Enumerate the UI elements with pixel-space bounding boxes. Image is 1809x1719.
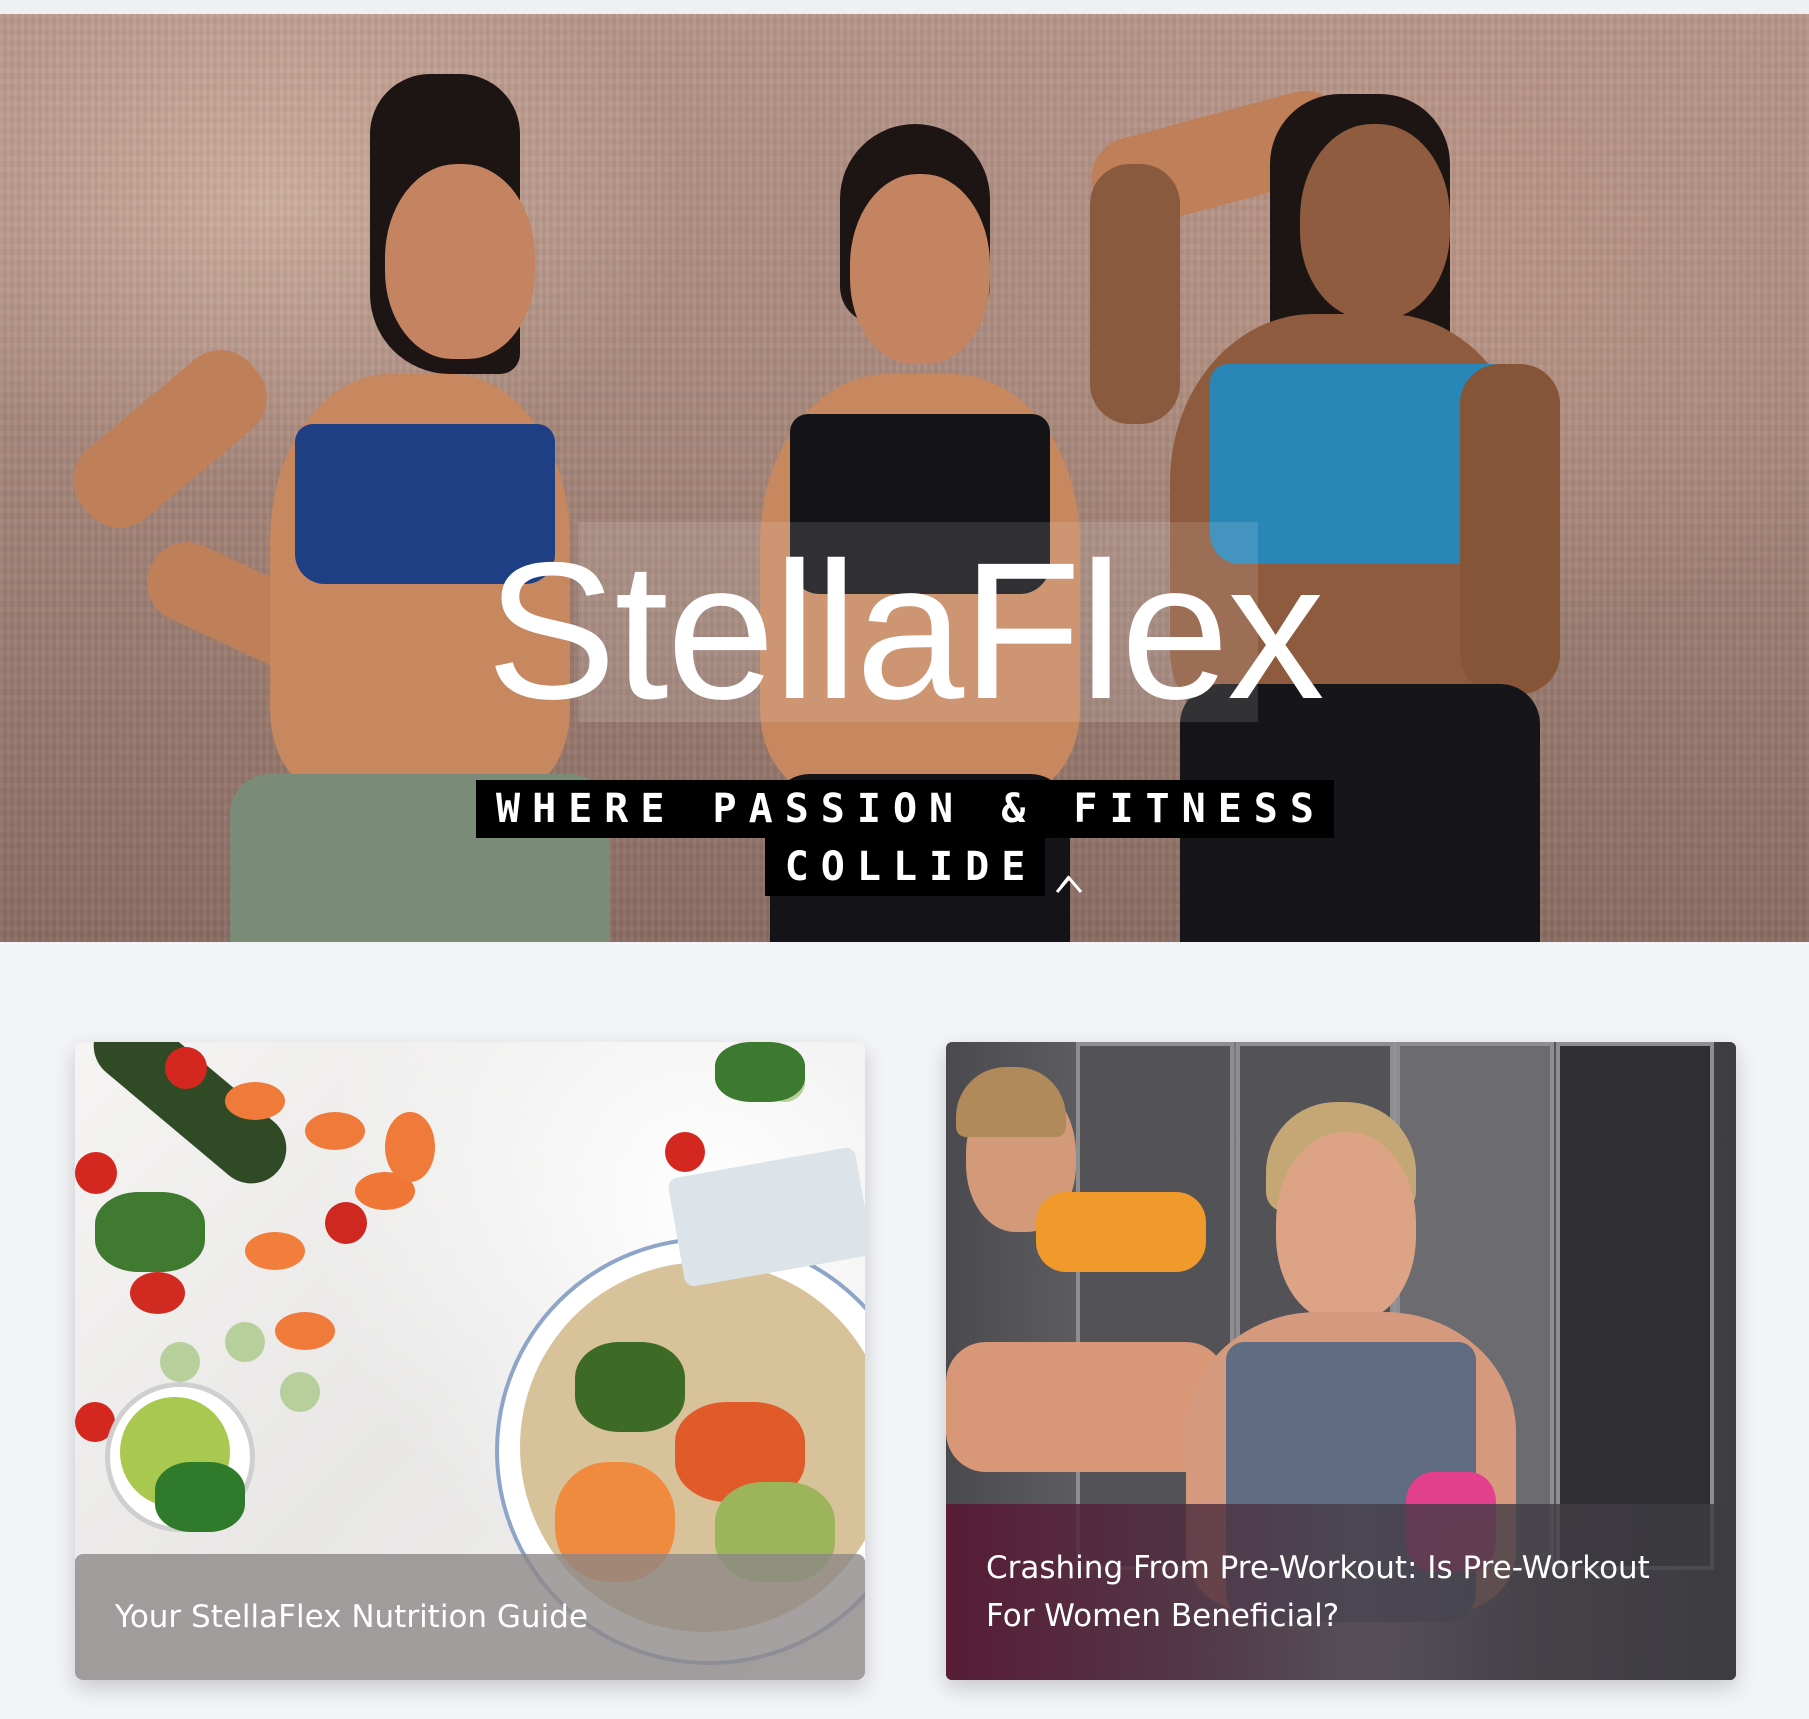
article-title-nutrition: Your StellaFlex Nutrition Guide <box>115 1599 588 1635</box>
hero-tagline: WHERE PASSION & FITNESS COLLIDE <box>450 780 1360 896</box>
top-strip <box>0 0 1809 14</box>
tagline-line-1: WHERE PASSION & FITNESS <box>476 780 1334 838</box>
hero-banner: StellaFlex WHERE PASSION & FITNESS COLLI… <box>0 14 1809 942</box>
article-title-preworkout: Crashing From Pre-Workout: Is Pre-Workou… <box>986 1550 1650 1634</box>
article-card-nutrition-caption: Your StellaFlex Nutrition Guide <box>75 1554 865 1680</box>
article-card-preworkout-caption: Crashing From Pre-Workout: Is Pre-Workou… <box>946 1504 1736 1680</box>
brand-chevron-logo-icon <box>1055 875 1083 893</box>
tagline-line-2: COLLIDE <box>764 838 1046 896</box>
hero-brand-title: StellaFlex <box>486 522 1324 740</box>
article-card-preworkout[interactable]: Crashing From Pre-Workout: Is Pre-Workou… <box>946 1042 1736 1680</box>
article-card-nutrition[interactable]: Your StellaFlex Nutrition Guide <box>75 1042 865 1680</box>
